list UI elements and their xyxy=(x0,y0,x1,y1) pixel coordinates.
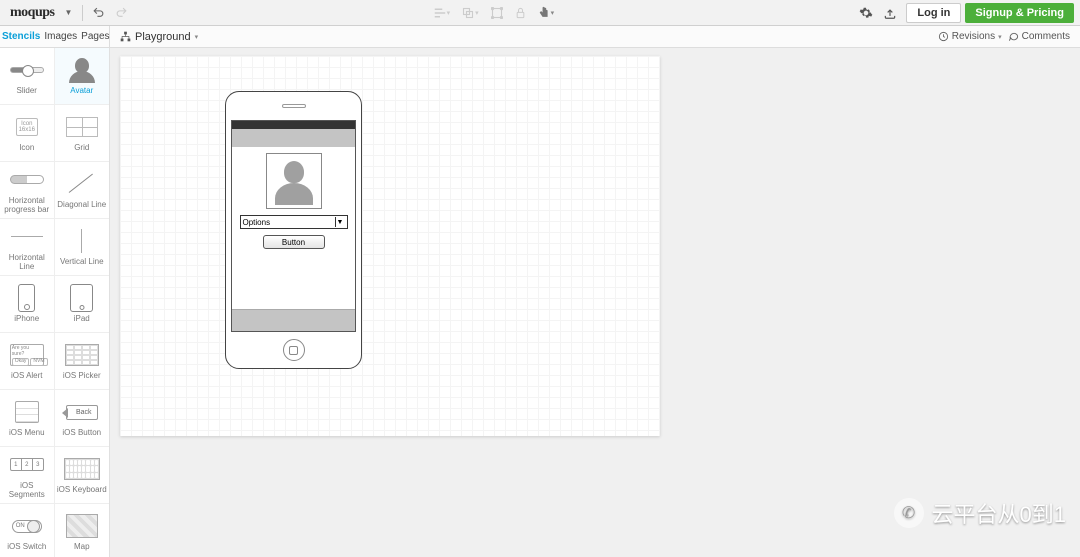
stencil-label: Map xyxy=(74,543,90,552)
stencil-ios-alert[interactable]: Are you sure?OkayNVMiOS Alert xyxy=(0,333,55,390)
stencil-avatar[interactable]: Avatar xyxy=(55,48,110,105)
stencil-label: Horizontal progress bar xyxy=(2,197,52,215)
stencil-ios-keyboard[interactable]: iOS Keyboard xyxy=(55,447,110,504)
revisions-link[interactable]: Revisions ▾ xyxy=(938,31,1002,42)
stencil-ios-switch[interactable]: ONiOS Switch xyxy=(0,504,55,557)
mock-header xyxy=(232,129,355,147)
phone-home-button xyxy=(283,339,305,361)
wechat-icon: ✆ xyxy=(894,498,924,528)
watermark-text: 云平台从0到1 xyxy=(932,497,1066,529)
stencil-label: iOS Picker xyxy=(63,372,101,381)
stencil-label: iPad xyxy=(74,315,90,324)
comments-link[interactable]: Comments xyxy=(1008,31,1070,42)
mock-footer xyxy=(232,309,355,331)
align-tools: ▾ ▾ ▾ xyxy=(429,6,560,19)
revisions-label: Revisions xyxy=(952,31,995,42)
stencil-label: iPhone xyxy=(14,315,39,324)
history-icon xyxy=(938,31,949,42)
main: Slider Avatar Icon16x16Icon Grid Horizon… xyxy=(0,48,1080,557)
tab-stencils[interactable]: Stencils xyxy=(0,31,42,42)
mock-button[interactable]: Button xyxy=(263,235,325,249)
undo-icon[interactable] xyxy=(87,6,110,19)
stencil-ios-segments[interactable]: 123iOS Segments xyxy=(0,447,55,504)
canvas[interactable]: Options ▼ Button ✆ 云平台从0到1 xyxy=(110,48,1080,557)
stencil-label: iOS Alert xyxy=(11,372,43,381)
stencil-iphone[interactable]: iPhone xyxy=(0,276,55,333)
hand-icon[interactable]: ▾ xyxy=(533,6,560,19)
stencil-slider[interactable]: Slider xyxy=(0,48,55,105)
export-icon[interactable] xyxy=(878,6,902,20)
sitemap-icon xyxy=(120,31,131,42)
login-button[interactable]: Log in xyxy=(906,3,961,23)
comments-label: Comments xyxy=(1022,31,1070,42)
stencil-grid[interactable]: Grid xyxy=(55,105,110,162)
mock-avatar[interactable] xyxy=(266,153,322,209)
page-paper[interactable]: Options ▼ Button xyxy=(120,56,660,436)
stencil-label: Vertical Line xyxy=(60,258,104,267)
tab-images[interactable]: Images xyxy=(42,31,79,42)
mock-select-label: Options xyxy=(243,218,271,227)
left-panel-tabs: Stencils Images Pages xyxy=(0,26,110,47)
stencil-map[interactable]: Map xyxy=(55,504,110,557)
watermark: ✆ 云平台从0到1 xyxy=(894,497,1066,529)
logo[interactable]: moqups xyxy=(6,5,58,21)
subbar: Stencils Images Pages Playground ▾ Revis… xyxy=(0,26,1080,48)
chevron-down-icon: ▼ xyxy=(335,217,345,227)
stencil-label: Avatar xyxy=(70,87,93,96)
signup-button[interactable]: Signup & Pricing xyxy=(965,3,1074,23)
phone-speaker xyxy=(282,104,306,108)
lock-icon[interactable] xyxy=(510,7,531,19)
phone-screen: Options ▼ Button xyxy=(231,120,356,332)
stencil-ios-button[interactable]: BackiOS Button xyxy=(55,390,110,447)
stencil-diagonal-line[interactable]: Diagonal Line xyxy=(55,162,110,219)
arrange-icon[interactable]: ▾ xyxy=(457,7,484,19)
page-name: Playground xyxy=(135,31,191,43)
comment-icon xyxy=(1008,31,1019,42)
logo-menu-caret[interactable]: ▼ xyxy=(58,8,78,17)
stencil-icon[interactable]: Icon16x16Icon xyxy=(0,105,55,162)
stencil-label: Horizontal Line xyxy=(2,254,52,272)
stencil-label: iOS Menu xyxy=(9,429,45,438)
settings-icon[interactable] xyxy=(854,6,878,20)
topbar: moqups ▼ ▾ ▾ ▾ Log in Signup & Pricing xyxy=(0,0,1080,26)
stencil-vertical-line[interactable]: Vertical Line xyxy=(55,219,110,276)
redo-icon[interactable] xyxy=(110,6,133,19)
stencil-horizontal-line[interactable]: Horizontal Line xyxy=(0,219,55,276)
page-selector[interactable]: Playground ▾ xyxy=(110,31,208,43)
stencil-label: Slider xyxy=(17,87,37,96)
stencil-label: Diagonal Line xyxy=(57,201,106,210)
align-icon[interactable]: ▾ xyxy=(429,7,456,19)
mock-iphone[interactable]: Options ▼ Button xyxy=(225,91,362,369)
stencil-ios-picker[interactable]: iOS Picker xyxy=(55,333,110,390)
stencil-sidebar: Slider Avatar Icon16x16Icon Grid Horizon… xyxy=(0,48,110,557)
mock-select[interactable]: Options ▼ xyxy=(240,215,348,229)
stencil-ios-menu[interactable]: iOS Menu xyxy=(0,390,55,447)
stencil-ipad[interactable]: iPad xyxy=(55,276,110,333)
stencil-hprogress[interactable]: Horizontal progress bar xyxy=(0,162,55,219)
mock-statusbar xyxy=(232,121,355,129)
group-icon[interactable] xyxy=(486,7,508,19)
stencil-label: iOS Button xyxy=(62,429,101,438)
stencil-label: Icon xyxy=(19,144,34,153)
tab-pages[interactable]: Pages xyxy=(79,31,111,42)
separator xyxy=(82,5,83,21)
stencil-label: iOS Switch xyxy=(7,543,46,552)
stencil-label: Grid xyxy=(74,144,89,153)
stencil-label: iOS Segments xyxy=(2,482,52,500)
stencil-label: iOS Keyboard xyxy=(57,486,107,495)
